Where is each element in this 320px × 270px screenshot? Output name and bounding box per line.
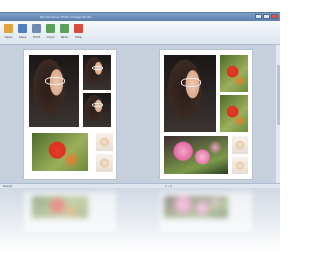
- window-title: Wondershare Photo Collage Studio: [40, 15, 92, 19]
- title-bar: Wondershare Photo Collage Studio: [0, 13, 280, 21]
- close-button[interactable]: [271, 14, 278, 19]
- help-label: Help: [75, 35, 82, 39]
- undo-label: Undo: [46, 35, 55, 39]
- print-button[interactable]: Print: [30, 23, 43, 43]
- scroll-thumb[interactable]: [276, 65, 280, 125]
- photo-woman-small-1[interactable]: [83, 55, 111, 90]
- photo-red-flower[interactable]: [32, 133, 88, 171]
- folder-icon: [4, 24, 13, 33]
- canvas-workspace: [0, 45, 280, 183]
- undo-icon: [46, 24, 55, 33]
- redo-icon: [60, 24, 69, 33]
- help-icon: [74, 24, 83, 33]
- photo-cake-1[interactable]: [96, 133, 113, 151]
- photo-red-flower-2[interactable]: [220, 95, 248, 132]
- reflection-photo: [32, 196, 88, 218]
- reflection-photo: [164, 196, 228, 218]
- photo-cake-1[interactable]: [232, 136, 248, 154]
- photo-woman-small-2[interactable]: [83, 93, 111, 127]
- toolbar: Open Save Print Undo Redo Help: [0, 21, 280, 45]
- photo-cake-2[interactable]: [232, 157, 248, 174]
- window-controls: [255, 14, 278, 20]
- photo-cake-2[interactable]: [96, 154, 113, 172]
- save-label: Save: [18, 35, 27, 39]
- app-window: Wondershare Photo Collage Studio Open Sa…: [0, 12, 280, 188]
- print-label: Print: [33, 35, 40, 39]
- sunglasses: [45, 76, 65, 86]
- open-label: Open: [4, 35, 13, 39]
- save-icon: [18, 24, 27, 33]
- redo-button[interactable]: Redo: [58, 23, 71, 43]
- open-button[interactable]: Open: [2, 23, 15, 43]
- photo-woman-large[interactable]: [29, 55, 79, 127]
- photo-pink-flower[interactable]: [164, 136, 228, 174]
- photo-woman-large[interactable]: [164, 55, 216, 132]
- collage-page-1[interactable]: [24, 50, 116, 179]
- save-button[interactable]: Save: [16, 23, 29, 43]
- redo-label: Redo: [60, 35, 69, 39]
- sunglasses: [91, 65, 104, 70]
- photo-red-flower-1[interactable]: [220, 55, 248, 92]
- print-icon: [32, 24, 41, 33]
- undo-button[interactable]: Undo: [44, 23, 57, 43]
- minimize-button[interactable]: [255, 14, 262, 19]
- maximize-button[interactable]: [263, 14, 270, 19]
- sunglasses: [91, 103, 104, 108]
- sunglasses: [180, 78, 202, 88]
- window-reflection: [0, 188, 280, 270]
- collage-page-2[interactable]: [160, 50, 252, 179]
- vertical-scrollbar[interactable]: [276, 45, 280, 183]
- help-button[interactable]: Help: [72, 23, 85, 43]
